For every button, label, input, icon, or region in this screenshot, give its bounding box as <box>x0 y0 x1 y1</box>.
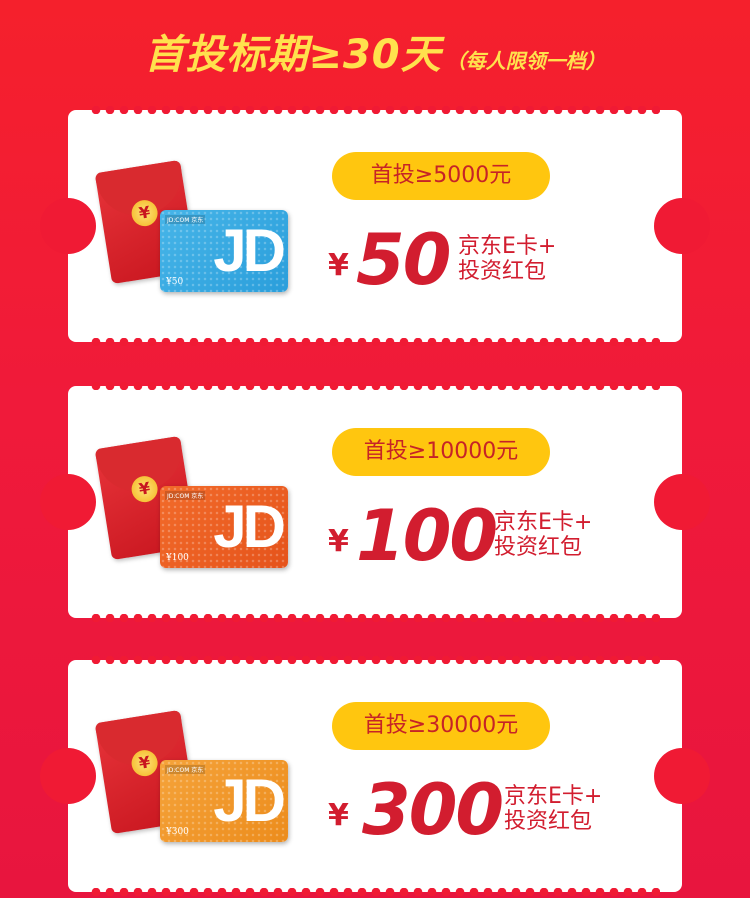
card-logo: JD <box>213 217 286 284</box>
reward-line-2: 投资红包 <box>504 809 593 834</box>
reward-description: 京东E卡+ 投资红包 <box>458 234 556 284</box>
card-brand: JD.COM 京东 <box>165 215 206 224</box>
ticket-notch-left <box>40 474 96 530</box>
jd-gift-card-icon: JD.COM 京东 JD ¥300 <box>160 760 288 842</box>
reward-line-1: 京东E卡+ <box>494 510 593 535</box>
reward-amount: 300 <box>362 769 504 851</box>
page-title: 首投标期≥30天 <box>144 32 442 78</box>
reward-description: 京东E卡+ 投资红包 <box>494 510 592 560</box>
ticket-edge-bottom <box>90 614 660 622</box>
ticket-edge-top <box>90 656 660 664</box>
reward-ticket-tier-3[interactable]: ¥ JD.COM 京东 JD ¥300 首投≥30000元 ¥ 300 京东E卡… <box>40 656 710 896</box>
card-face-value: ¥100 <box>166 553 189 563</box>
reward-ticket-tier-2[interactable]: ¥ JD.COM 京东 JD ¥100 首投≥10000元 ¥ 100 京东E卡… <box>40 382 710 622</box>
card-brand: JD.COM 京东 <box>165 765 206 774</box>
ticket-notch-left <box>40 748 96 804</box>
ticket-notch-right <box>654 198 710 254</box>
card-face-value: ¥50 <box>166 277 184 287</box>
card-logo: JD <box>213 493 286 560</box>
card-brand: JD.COM 京东 <box>165 491 206 500</box>
reward-line-1: 京东E卡+ <box>504 784 603 809</box>
reward-amount: 100 <box>356 495 498 577</box>
condition-badge: 首投≥5000元 <box>332 152 550 200</box>
reward-line-1: 京东E卡+ <box>458 234 557 259</box>
currency-symbol: ¥ <box>328 524 349 559</box>
condition-badge: 首投≥30000元 <box>332 702 550 750</box>
ticket-notch-right <box>654 474 710 530</box>
ticket-edge-bottom <box>90 338 660 346</box>
ticket-notch-left <box>40 198 96 254</box>
card-logo: JD <box>213 767 286 834</box>
ticket-edge-top <box>90 382 660 390</box>
ticket-edge-bottom <box>90 888 660 896</box>
card-face-value: ¥300 <box>166 827 189 837</box>
reward-line-2: 投资红包 <box>494 535 583 560</box>
reward-amount: 50 <box>356 219 451 301</box>
reward-line-2: 投资红包 <box>458 259 547 284</box>
jd-gift-card-icon: JD.COM 京东 JD ¥50 <box>160 210 288 292</box>
currency-symbol: ¥ <box>328 248 349 283</box>
page-header: 首投标期≥30天 （每人限领一档） <box>0 22 750 80</box>
jd-gift-card-icon: JD.COM 京东 JD ¥100 <box>160 486 288 568</box>
condition-badge: 首投≥10000元 <box>332 428 550 476</box>
reward-ticket-tier-1[interactable]: ¥ JD.COM 京东 JD ¥50 首投≥5000元 ¥ 50 京东E卡+ 投… <box>40 106 710 346</box>
page-title-note: （每人限领一档） <box>445 49 606 73</box>
ticket-edge-top <box>90 106 660 114</box>
reward-description: 京东E卡+ 投资红包 <box>504 784 602 834</box>
currency-symbol: ¥ <box>328 798 349 833</box>
ticket-notch-right <box>654 748 710 804</box>
